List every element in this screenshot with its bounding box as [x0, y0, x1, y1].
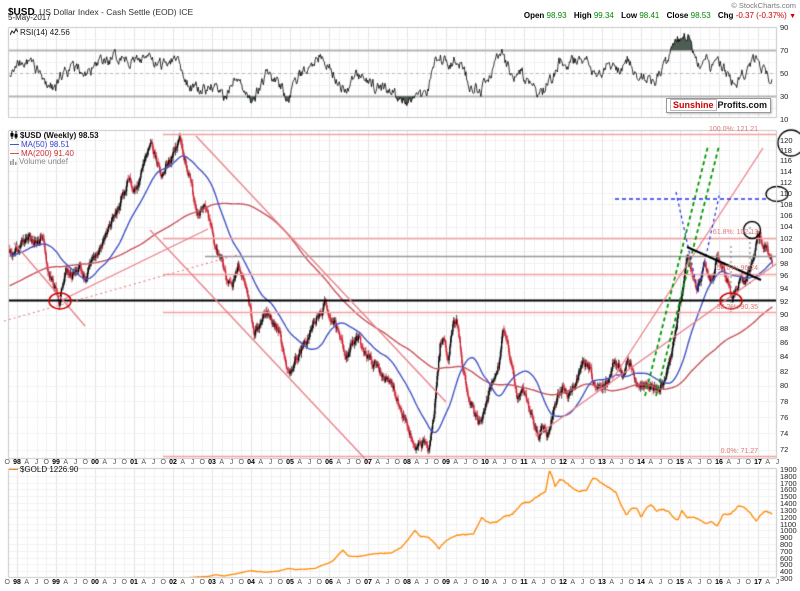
quote-bar: Open 98.93 High 99.34 Low 98.41 Close 98…	[519, 12, 796, 20]
logo-text-sunshine: Sunshine	[670, 99, 717, 111]
main-legend-symbol: $USD (Weekly) 98.53	[10, 131, 99, 140]
volume-legend: Volume undef	[10, 158, 68, 166]
high-value: 99.34	[594, 11, 614, 20]
volume-bars-icon	[10, 158, 17, 165]
open-label: Open	[524, 11, 544, 20]
chart-title: US Dollar Index - Cash Settle (EOD) ICE	[39, 7, 193, 17]
chg-label: Chg	[718, 11, 734, 20]
gold-line-icon	[9, 469, 18, 470]
main-legend-symbol-label: $USD (Weekly) 98.53	[20, 131, 99, 140]
copyright: © StockCharts.com	[731, 2, 796, 10]
sunshine-profits-logo[interactable]: SunshineProfits.com	[666, 98, 771, 113]
ma200-line-icon	[10, 153, 19, 154]
gold-legend: $GOLD 1226.90	[9, 466, 78, 474]
candlestick-icon	[10, 131, 18, 139]
chg-value: -0.37 (-0.37%)	[736, 11, 787, 20]
rsi-legend: RSI(14) 42.56	[10, 28, 70, 37]
low-label: Low	[621, 11, 637, 20]
high-label: High	[574, 11, 592, 20]
gold-legend-label: $GOLD 1226.90	[20, 465, 78, 474]
volume-legend-label: Volume undef	[19, 157, 68, 166]
stockcharts-page: $USD US Dollar Index - Cash Settle (EOD)…	[0, 0, 800, 591]
rsi-legend-label: RSI(14) 42.56	[20, 28, 70, 37]
close-value: 98.53	[691, 11, 711, 20]
indicator-icon	[10, 28, 18, 36]
chart-canvas	[0, 0, 800, 591]
logo-text-profits: Profits.com	[718, 100, 768, 110]
ma50-line-icon	[10, 144, 19, 145]
chart-date: 5-May-2017	[8, 14, 51, 22]
low-value: 98.41	[639, 11, 659, 20]
open-value: 98.93	[547, 11, 567, 20]
down-arrow-icon: ▼	[789, 13, 796, 20]
close-label: Close	[667, 11, 689, 20]
